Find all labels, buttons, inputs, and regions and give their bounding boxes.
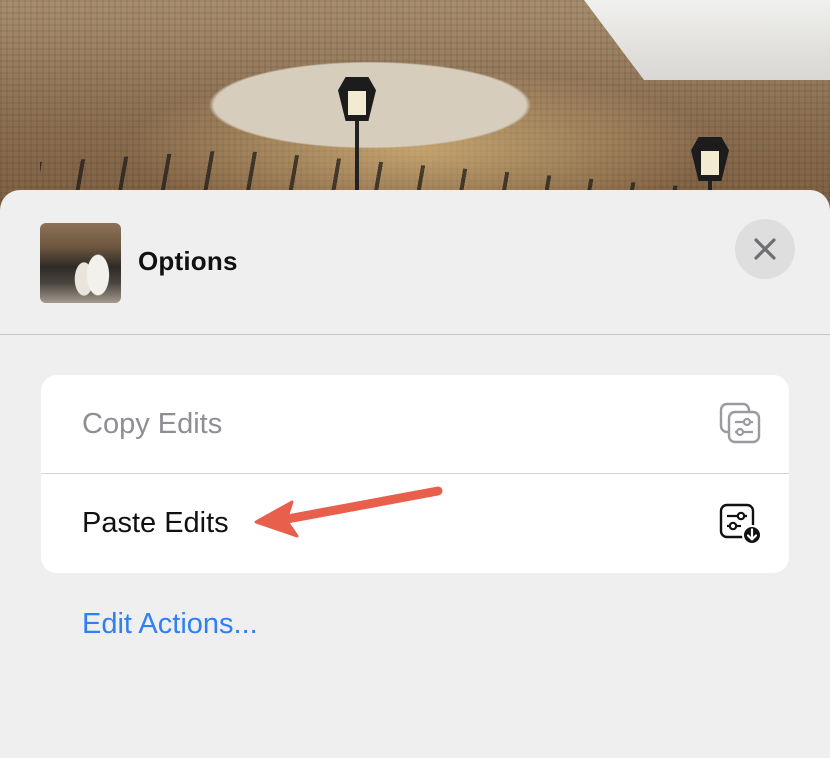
options-list: Copy Edits Paste Edits: [41, 375, 789, 573]
lamp-post: [701, 145, 719, 195]
copy-edits-row[interactable]: Copy Edits: [41, 375, 789, 473]
header-divider: [0, 334, 830, 335]
photo-thumbnail: [40, 223, 121, 303]
sheet-title: Options: [138, 246, 238, 276]
sheet-header: Options: [0, 190, 830, 334]
paste-edits-icon: [719, 503, 762, 545]
lamp-post: [348, 85, 366, 195]
paste-edits-row[interactable]: Paste Edits: [41, 474, 789, 572]
copy-edits-icon: [719, 402, 761, 444]
close-icon: [754, 238, 776, 260]
close-button[interactable]: [735, 219, 795, 279]
edit-actions-link[interactable]: Edit Actions...: [82, 608, 258, 641]
ceiling-panel: [584, 0, 830, 80]
options-sheet: Options Copy Edits Paste Edits Edit Acti…: [0, 190, 830, 758]
copy-edits-label: Copy Edits: [82, 407, 223, 440]
paste-edits-label: Paste Edits: [82, 506, 229, 539]
